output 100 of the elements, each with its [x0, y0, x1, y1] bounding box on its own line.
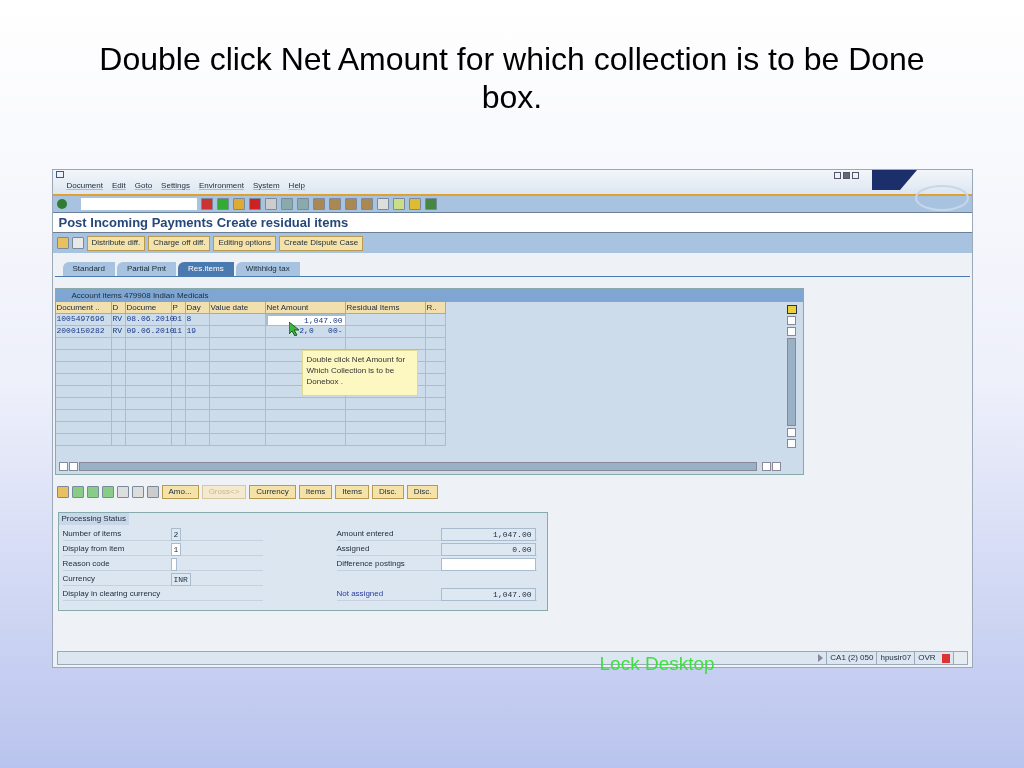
grid-button[interactable]: Disc.: [371, 485, 404, 499]
grid-tool-icon[interactable]: [101, 486, 114, 498]
table-cell: [171, 434, 186, 446]
check-icon[interactable]: [56, 199, 67, 209]
minimize-icon[interactable]: [833, 172, 841, 179]
tab[interactable]: Res.items: [178, 262, 234, 276]
toolbar-icon[interactable]: [344, 198, 357, 210]
status-field: CA1 (2) 050: [826, 652, 877, 664]
column-header[interactable]: Docume: [125, 302, 172, 314]
toolbar-button[interactable]: Editing options: [213, 235, 276, 251]
toolbar-icon[interactable]: [312, 198, 325, 210]
input-field[interactable]: 2: [170, 527, 182, 541]
grid-button[interactable]: Disc.: [406, 485, 439, 499]
grid-button[interactable]: Items: [335, 485, 369, 499]
column-header[interactable]: R..: [425, 302, 446, 314]
grid-tool-icon[interactable]: [146, 486, 159, 498]
expand-icon[interactable]: [818, 654, 824, 662]
maximize-icon[interactable]: [842, 172, 850, 179]
input-field[interactable]: 1,047.00: [440, 587, 536, 601]
column-header[interactable]: Document ..: [55, 302, 112, 314]
table-cell: [425, 434, 446, 446]
toolbar-button[interactable]: Charge off diff.: [148, 235, 211, 251]
grid-tool-icon[interactable]: [86, 486, 99, 498]
toolbar-button[interactable]: Create Dispute Case: [278, 235, 364, 251]
table-cell: [55, 434, 112, 446]
input-field[interactable]: INR: [170, 572, 191, 586]
menu-item[interactable]: Goto: [134, 180, 153, 192]
column-header[interactable]: Residual Items: [345, 302, 426, 314]
menu-item[interactable]: Environment: [199, 180, 244, 192]
menu-item[interactable]: Settings: [161, 180, 190, 192]
table-cell: [171, 362, 186, 374]
scroll-down-icon[interactable]: [787, 327, 796, 336]
table-cell: [425, 338, 446, 350]
scroll-up-icon[interactable]: [787, 428, 796, 437]
scroll-right-icon[interactable]: [68, 462, 78, 471]
table-cell: [209, 398, 266, 410]
toolbar-icon[interactable]: [376, 198, 389, 210]
overlay-text: Lock Desktop: [599, 654, 715, 673]
table-cell: [125, 374, 172, 386]
toolbar-icon[interactable]: [328, 198, 341, 210]
table-cell: [125, 398, 172, 410]
status-icon: [941, 653, 950, 663]
scrollbar[interactable]: [78, 462, 757, 471]
table-cell: [55, 374, 112, 386]
grid-tool-icon[interactable]: [71, 486, 84, 498]
tab[interactable]: Partial Pmt: [116, 262, 177, 276]
table-cell: [55, 338, 112, 350]
table-cell: 2000150282: [55, 326, 112, 338]
column-settings-icon[interactable]: [786, 305, 797, 314]
close-icon[interactable]: [851, 172, 859, 179]
table-cell: [111, 434, 126, 446]
scroll-right-icon[interactable]: [771, 462, 781, 471]
table-cell: [55, 422, 112, 434]
column-header[interactable]: Value date: [209, 302, 266, 314]
table-cell: [125, 338, 172, 350]
table-cell: [185, 338, 210, 350]
column-header[interactable]: Net Amount: [265, 302, 346, 314]
table-cell: [55, 386, 112, 398]
table-title: Account items 479908 Indian Medicals: [55, 289, 803, 302]
input-field[interactable]: [440, 557, 536, 571]
scrollbar[interactable]: [787, 338, 796, 426]
table-cell: [209, 314, 266, 326]
grid-button[interactable]: Amo...: [161, 485, 199, 499]
tab[interactable]: Standard: [62, 262, 115, 276]
grid-button[interactable]: Items: [298, 485, 333, 499]
menu-item[interactable]: Edit: [111, 180, 126, 192]
toolbar-icon[interactable]: [200, 198, 213, 210]
tooltip: Double click Net Amount for Which Collection is to be Donebox .: [301, 350, 418, 396]
toolbar-button[interactable]: Distribute diff.: [86, 235, 146, 251]
toolbar-icon[interactable]: [232, 198, 245, 210]
menu-item[interactable]: Document: [66, 180, 103, 192]
toolbar-icon[interactable]: [424, 198, 437, 210]
column-header[interactable]: Day: [185, 302, 210, 314]
scroll-down-icon[interactable]: [787, 439, 796, 448]
grid-tool-icon[interactable]: [131, 486, 144, 498]
table-cell: [185, 398, 210, 410]
command-field[interactable]: [80, 198, 197, 210]
window-menu-icon[interactable]: [55, 171, 64, 178]
input-field[interactable]: 1: [170, 542, 182, 556]
scroll-left-icon[interactable]: [58, 462, 68, 471]
toolbar-icon[interactable]: [280, 198, 293, 210]
grid-tool-icon[interactable]: [56, 486, 69, 498]
table-cell: 19: [185, 326, 210, 338]
tab[interactable]: Withhldg tax: [235, 262, 300, 276]
menu-item[interactable]: System: [252, 180, 280, 192]
grid-button[interactable]: Currency: [249, 485, 296, 499]
toolbar-icon[interactable]: [296, 198, 309, 210]
toolbar-icon[interactable]: [392, 198, 405, 210]
scroll-left-icon[interactable]: [761, 462, 771, 471]
toolbar-icon[interactable]: [360, 198, 373, 210]
toolbar-icon[interactable]: [216, 198, 229, 210]
input-field[interactable]: 1,047.00: [440, 527, 536, 541]
toolbar-icon[interactable]: [248, 198, 261, 210]
menu-item[interactable]: Help: [288, 180, 306, 192]
input-field[interactable]: 0.00: [440, 542, 536, 556]
table-cell: [55, 350, 112, 362]
grid-tool-icon[interactable]: [116, 486, 129, 498]
toolbar-icon[interactable]: [408, 198, 421, 210]
toolbar-icon[interactable]: [264, 198, 277, 210]
input-field[interactable]: [170, 557, 177, 571]
